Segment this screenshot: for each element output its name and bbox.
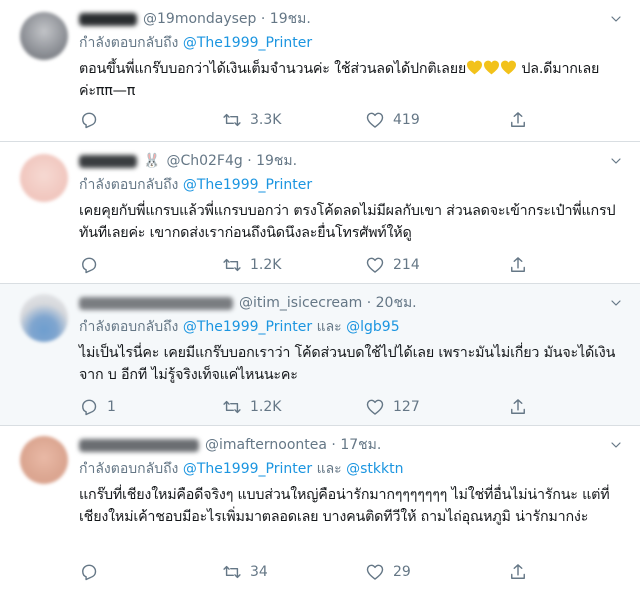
retweet-icon (222, 397, 242, 417)
mention-link[interactable]: @stkktn (346, 461, 403, 477)
retweet-button[interactable]: 1.2K (222, 396, 365, 418)
reply-button[interactable]: 1 (79, 396, 222, 418)
chevron-down-icon[interactable] (608, 11, 624, 27)
share-button[interactable] (508, 396, 548, 418)
reply-button[interactable] (79, 254, 222, 276)
like-button[interactable]: 214 (365, 254, 508, 276)
tweet-1[interactable]: @19mondaysep · 19ชม. กำลังตอบกลับถึง @Th… (0, 0, 640, 142)
mention-link[interactable]: @The1999_Printer (183, 177, 312, 193)
heart-icon (365, 562, 385, 582)
tweet-header: @19mondaysep · 19ชม. (79, 9, 626, 29)
share-button[interactable] (508, 561, 548, 583)
like-count: 214 (393, 257, 420, 273)
and-label: และ (316, 461, 342, 477)
reply-icon (79, 110, 99, 130)
reply-count: 1 (107, 399, 116, 415)
user-handle[interactable]: @imafternoontea (205, 437, 327, 453)
reply-icon (79, 397, 99, 417)
share-icon (508, 562, 528, 582)
like-count: 29 (393, 564, 411, 580)
avatar[interactable] (20, 436, 68, 484)
tweet-text: แกร๊บที่เชียงใหม่คือดีจริงๆ แบบส่วนใหญ่ค… (79, 487, 610, 525)
tweet-2[interactable]: 🐰 @Ch02F4g · 19ชม. กำลังตอบกลับถึง @The19… (0, 142, 640, 284)
share-icon (508, 397, 528, 417)
share-icon (508, 255, 528, 275)
heart-icon (365, 255, 385, 275)
chevron-down-icon[interactable] (608, 437, 624, 453)
action-bar: 34 29 (79, 561, 549, 583)
retweet-icon (222, 255, 242, 275)
yellow-heart-icon (483, 60, 500, 75)
like-button[interactable]: 419 (365, 109, 508, 131)
heart-icon (365, 397, 385, 417)
tweet-text: ไม่เป็นไรนี่คะ เคยมีแกร๊บบอกเราว่า โค้ดส… (79, 345, 616, 383)
reply-button[interactable] (79, 561, 222, 583)
share-button[interactable] (508, 254, 548, 276)
retweet-count: 34 (250, 564, 268, 580)
reply-icon (79, 255, 99, 275)
timestamp[interactable]: 20ชม. (376, 295, 417, 311)
replying-to: กำลังตอบกลับถึง @The1999_Printer และ @lg… (79, 317, 626, 337)
yellow-heart-icon (466, 60, 483, 75)
retweet-count: 1.2K (250, 257, 282, 273)
tweet-text-part: ตอนขึ้นพี่แกร๊บบอกว่าได้เงินเต็มจำนวนค่ะ… (79, 61, 467, 77)
like-count: 419 (393, 112, 420, 128)
replying-to-label: กำลังตอบกลับถึง (79, 319, 179, 335)
replying-to-label: กำลังตอบกลับถึง (79, 461, 179, 477)
display-name-blurred[interactable] (79, 12, 137, 26)
retweet-icon (222, 110, 242, 130)
display-name-blurred[interactable] (79, 154, 137, 168)
chevron-down-icon[interactable] (608, 295, 624, 311)
reply-icon (79, 562, 99, 582)
like-button[interactable]: 127 (365, 396, 508, 418)
display-name-blurred[interactable] (79, 438, 199, 452)
replying-to: กำลังตอบกลับถึง @The1999_Printer (79, 33, 626, 53)
tweet-4[interactable]: @imafternoontea · 17ชม. กำลังตอบกลับถึง … (0, 426, 640, 594)
avatar[interactable] (20, 12, 68, 60)
avatar[interactable] (20, 294, 68, 342)
replying-to-label: กำลังตอบกลับถึง (79, 35, 179, 51)
share-button[interactable] (508, 109, 548, 131)
rabbit-emoji-icon: 🐰 (143, 153, 161, 169)
avatar[interactable] (20, 154, 68, 202)
retweet-button[interactable]: 3.3K (222, 109, 365, 131)
timestamp[interactable]: 17ชม. (340, 437, 381, 453)
tweet-header: @imafternoontea · 17ชม. (79, 435, 626, 455)
retweet-count: 1.2K (250, 399, 282, 415)
tweet-text-part: ππ—π (95, 83, 136, 99)
replying-to: กำลังตอบกลับถึง @The1999_Printer (79, 175, 626, 195)
tweet-text: เคยคุยกับพี่แกรบแล้วพี่แกรบบอกว่า ตรงโค้… (79, 203, 616, 241)
retweet-button[interactable]: 1.2K (222, 254, 365, 276)
action-bar: 1.2K 214 (79, 254, 549, 276)
user-handle[interactable]: @itim_isicecream (239, 295, 362, 311)
tweet-3[interactable]: @itim_isicecream · 20ชม. กำลังตอบกลับถึง… (0, 284, 640, 426)
mention-link[interactable]: @The1999_Printer (183, 461, 312, 477)
like-button[interactable]: 29 (365, 561, 508, 583)
retweet-icon (222, 562, 242, 582)
action-bar: 3.3K 419 (79, 109, 549, 131)
retweet-button[interactable]: 34 (222, 561, 365, 583)
tweet-text: ตอนขึ้นพี่แกร๊บบอกว่าได้เงินเต็มจำนวนค่ะ… (79, 58, 626, 102)
user-handle[interactable]: @19mondaysep (143, 11, 256, 27)
retweet-count: 3.3K (250, 112, 282, 128)
like-count: 127 (393, 399, 420, 415)
replying-to-label: กำลังตอบกลับถึง (79, 177, 179, 193)
action-bar: 1 1.2K 127 (79, 396, 549, 418)
mention-link[interactable]: @The1999_Printer (183, 35, 312, 51)
timestamp[interactable]: 19ชม. (256, 153, 297, 169)
user-handle[interactable]: @Ch02F4g (166, 153, 242, 169)
replying-to: กำลังตอบกลับถึง @The1999_Printer และ @st… (79, 459, 626, 479)
timestamp[interactable]: 19ชม. (270, 11, 311, 27)
reply-button[interactable] (79, 109, 222, 131)
display-name-blurred[interactable] (79, 296, 233, 310)
tweet-header: 🐰 @Ch02F4g · 19ชม. (79, 151, 626, 171)
tweet-header: @itim_isicecream · 20ชม. (79, 293, 626, 313)
yellow-heart-icon (500, 60, 517, 75)
share-icon (508, 110, 528, 130)
chevron-down-icon[interactable] (608, 153, 624, 169)
mention-link[interactable]: @lgb95 (346, 319, 399, 335)
and-label: และ (316, 319, 342, 335)
mention-link[interactable]: @The1999_Printer (183, 319, 312, 335)
heart-icon (365, 110, 385, 130)
